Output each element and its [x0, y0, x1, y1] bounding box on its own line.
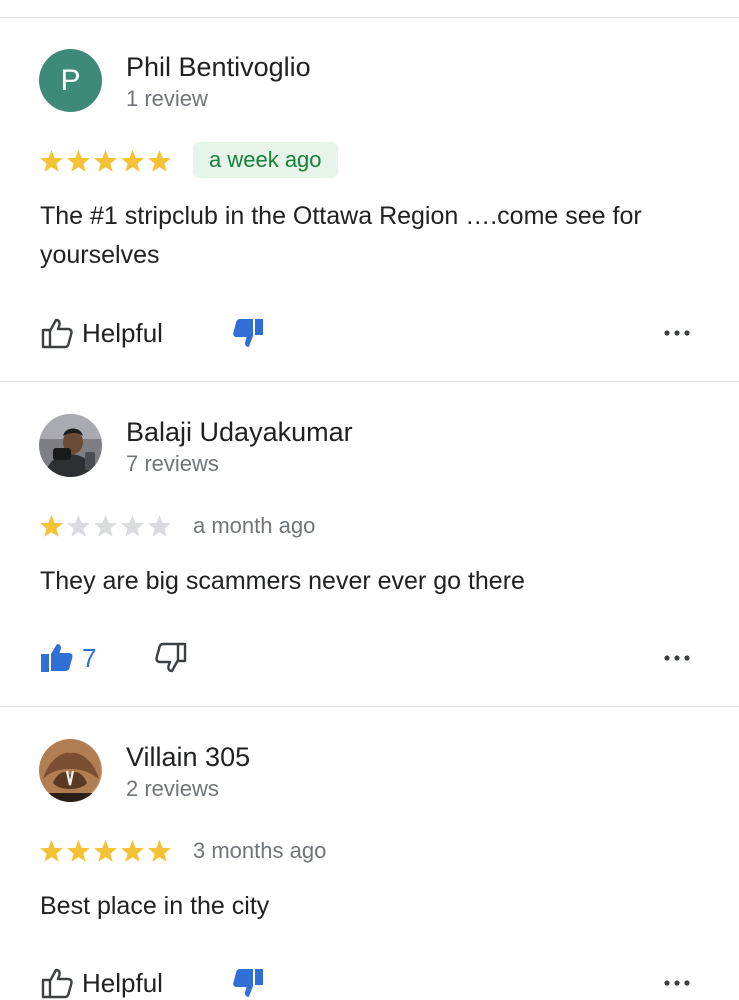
avatar[interactable] — [39, 414, 102, 477]
star-icon — [94, 514, 117, 537]
star-icon — [148, 839, 171, 862]
thumb-up-icon — [41, 968, 73, 999]
reviewer-name[interactable]: Balaji Udayakumar — [126, 417, 353, 448]
review-actions: Helpful — [0, 963, 739, 1000]
helpful-label: Helpful — [82, 967, 163, 998]
thumb-down-icon — [233, 319, 263, 347]
review-text: The #1 stripclub in the Ottawa Region ….… — [40, 202, 642, 269]
thumb-up-icon — [41, 318, 73, 349]
reviewer-name[interactable]: Phil Bentivoglio — [126, 52, 311, 83]
reviews-page: P Phil Bentivoglio 1 review a week ago T… — [0, 0, 739, 1000]
star-icon — [121, 839, 144, 862]
star-icon — [121, 514, 144, 537]
dislike-button[interactable] — [154, 638, 188, 678]
star-icon — [148, 149, 171, 172]
more-options-button[interactable] — [663, 638, 691, 678]
more-horizontal-icon — [664, 330, 690, 336]
reviewer-review-count: 1 review — [126, 86, 208, 111]
star-rating — [39, 511, 172, 541]
star-icon — [94, 149, 117, 172]
review-time: 3 months ago — [193, 838, 327, 863]
review-time: a month ago — [193, 513, 316, 538]
star-icon — [67, 514, 90, 537]
star-icon — [40, 514, 63, 537]
like-button[interactable]: 7 — [40, 638, 96, 678]
avatar-photo — [39, 739, 102, 802]
like-count: 7 — [82, 642, 97, 673]
helpful-button[interactable]: Helpful — [40, 963, 163, 1000]
helpful-button[interactable]: Helpful — [40, 313, 163, 353]
review-actions: 7 — [0, 638, 739, 678]
more-horizontal-icon — [664, 980, 690, 986]
more-options-button[interactable] — [663, 963, 691, 1000]
reviewer-name[interactable]: Villain 305 — [126, 742, 250, 773]
more-options-button[interactable] — [663, 313, 691, 353]
review-text: They are big scammers never ever go ther… — [40, 567, 525, 595]
star-icon — [94, 839, 117, 862]
helpful-label: Helpful — [82, 317, 163, 348]
reviewer-review-count: 7 reviews — [126, 451, 219, 476]
star-rating — [39, 836, 172, 866]
star-icon — [121, 149, 144, 172]
thumb-up-icon — [41, 644, 73, 672]
avatar[interactable] — [39, 739, 102, 802]
divider — [0, 17, 739, 18]
star-icon — [40, 149, 63, 172]
review-time: a week ago — [193, 142, 338, 178]
divider — [0, 706, 739, 707]
more-horizontal-icon — [664, 655, 690, 661]
star-icon — [148, 514, 171, 537]
divider — [0, 381, 739, 382]
review-actions: Helpful — [0, 313, 739, 353]
star-icon — [67, 839, 90, 862]
star-icon — [40, 839, 63, 862]
dislike-button[interactable] — [231, 313, 265, 353]
thumb-down-icon — [155, 642, 187, 673]
avatar-letter: P — [60, 63, 81, 97]
reviewer-review-count: 2 reviews — [126, 776, 219, 801]
review-text: Best place in the city — [40, 892, 270, 920]
star-rating — [39, 146, 172, 176]
avatar-photo — [39, 414, 102, 477]
star-icon — [67, 149, 90, 172]
dislike-button[interactable] — [231, 963, 265, 1000]
avatar[interactable]: P — [39, 49, 102, 112]
thumb-down-icon — [233, 969, 263, 997]
